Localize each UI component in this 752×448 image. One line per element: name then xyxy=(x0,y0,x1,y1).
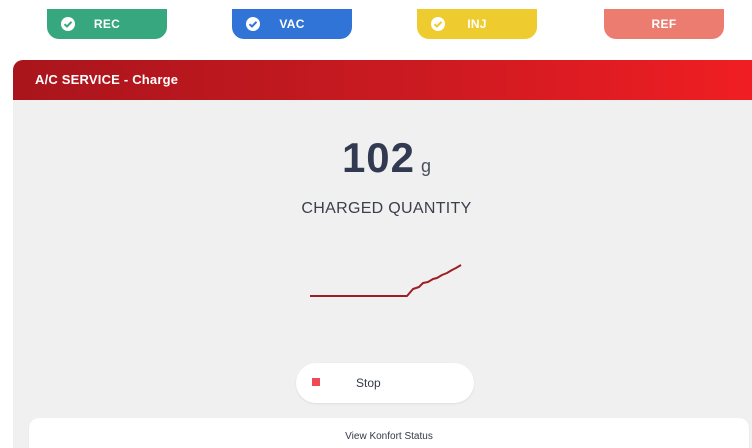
step-inj-label: INJ xyxy=(467,17,487,31)
step-vac-label: VAC xyxy=(279,17,305,31)
charged-quantity-display: 102 g xyxy=(13,134,752,182)
step-ref-label: REF xyxy=(651,17,677,31)
view-konfort-status-label: View Konfort Status xyxy=(345,431,433,442)
charged-quantity-label: CHARGED QUANTITY xyxy=(301,200,472,217)
charge-curve xyxy=(310,264,462,297)
step-inj: INJ xyxy=(417,9,537,39)
stop-square-icon xyxy=(312,378,320,386)
charge-panel: A/C SERVICE - Charge 102 g CHARGED QUANTI… xyxy=(13,60,752,448)
step-rec-label: REC xyxy=(93,17,121,31)
view-konfort-status-button[interactable]: View Konfort Status xyxy=(29,418,749,448)
charge-progress-graph xyxy=(310,264,462,297)
step-vac: VAC xyxy=(232,9,352,39)
panel-title: A/C SERVICE - Charge xyxy=(13,60,752,100)
step-rec: REC xyxy=(47,9,167,39)
step-ref: REF xyxy=(604,9,724,39)
process-steps: REC VAC INJ REF xyxy=(0,0,752,48)
charged-quantity-unit: g xyxy=(421,156,432,176)
charged-quantity-value: 102 xyxy=(341,134,416,181)
stop-button[interactable]: Stop xyxy=(296,363,474,403)
stop-button-label: Stop xyxy=(356,376,381,390)
